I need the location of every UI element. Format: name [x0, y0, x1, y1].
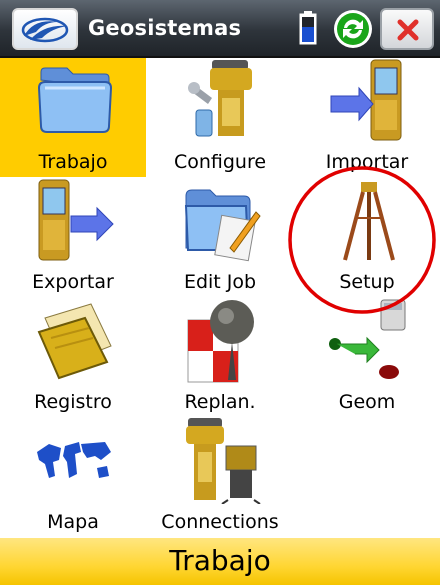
menu-item-importar[interactable]: Importar [294, 58, 440, 177]
sync-icon[interactable] [333, 9, 373, 49]
battery-icon [299, 11, 317, 45]
close-icon [397, 19, 419, 41]
menu-item-trabajo[interactable]: Trabajo [0, 58, 146, 177]
close-button[interactable] [380, 8, 434, 50]
connections-icon [186, 418, 261, 504]
menu-item-label: Importar [325, 151, 409, 173]
edit-job-icon [184, 189, 261, 262]
notebook-icon [37, 303, 112, 380]
topcon-logo-icon [21, 17, 69, 43]
menu-item-label: Setup [339, 271, 395, 293]
menu-item-mapa[interactable]: Mapa [0, 418, 146, 537]
current-section-label: Trabajo [169, 544, 271, 577]
app-title: Geosistemas [88, 16, 242, 40]
export-icon [38, 179, 114, 261]
menu-item-label: Mapa [47, 511, 99, 533]
folder-icon [37, 67, 113, 133]
menu-item-registro[interactable]: Registro [0, 298, 146, 417]
calculator-icon [329, 299, 406, 379]
menu-item-setup[interactable]: Setup [294, 178, 440, 297]
menu-item-configure[interactable]: Configure [147, 58, 293, 177]
import-icon [330, 59, 402, 141]
stakeout-icon [187, 300, 254, 383]
menu-item-label: Trabajo [38, 151, 108, 173]
tripod-icon [343, 182, 395, 261]
menu-item-label: Replan. [184, 391, 256, 413]
title-bar: Geosistemas [0, 0, 440, 58]
world-map-icon [37, 442, 111, 478]
menu-item-label: Edit Job [183, 271, 257, 293]
menu-item-replan[interactable]: Replan. [147, 298, 293, 417]
menu-item-label: Configure [173, 151, 267, 173]
menu-item-connections[interactable]: Connections [147, 418, 293, 537]
menu-item-exportar[interactable]: Exportar [0, 178, 146, 297]
menu-item-geom[interactable]: Geom [294, 298, 440, 417]
status-bar: Trabajo [0, 538, 440, 585]
start-menu-button[interactable] [12, 8, 78, 50]
configure-icon [188, 60, 252, 137]
menu-grid: Trabajo Configure Importar Exportar Edit… [0, 58, 440, 538]
menu-item-label: Exportar [32, 271, 114, 293]
menu-item-label: Connections [161, 511, 279, 533]
menu-item-label: Geom [338, 391, 396, 413]
menu-item-label: Registro [34, 391, 112, 413]
menu-item-edit-job[interactable]: Edit Job [147, 178, 293, 297]
